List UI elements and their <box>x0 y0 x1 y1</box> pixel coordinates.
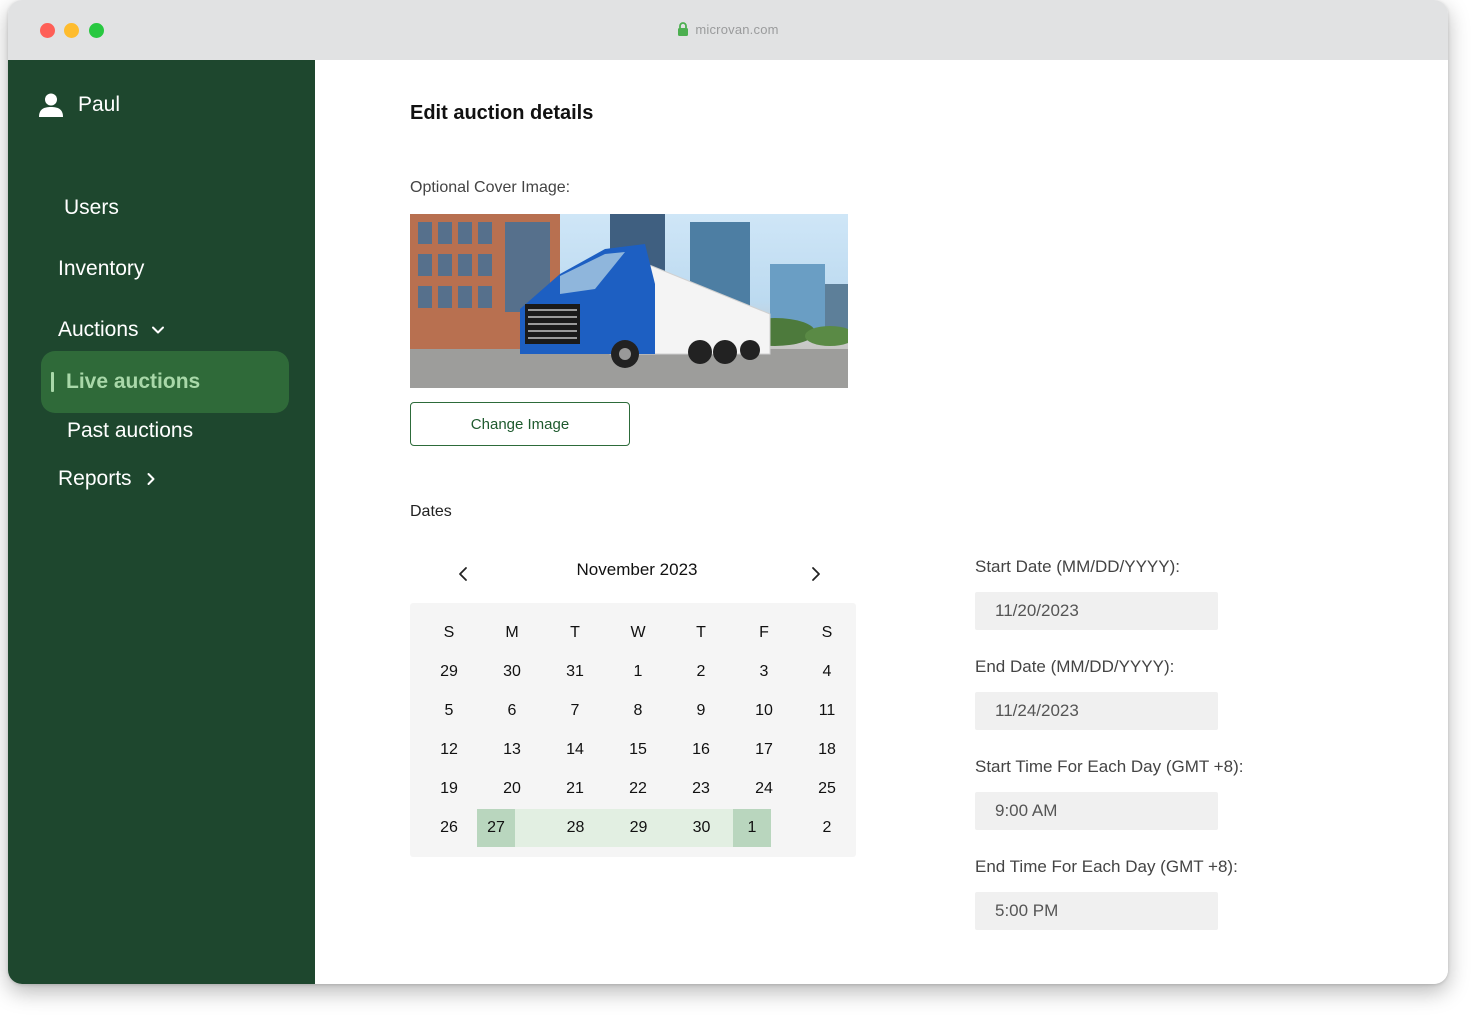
start-date-input[interactable]: 11/20/2023 <box>975 592 1218 630</box>
sidebar-item-label: Reports <box>58 467 132 490</box>
end-date-label: End Date (MM/DD/YYYY): <box>975 657 1175 676</box>
address-bar[interactable]: microvan.com <box>8 22 1448 37</box>
calendar-day[interactable]: 13 <box>493 731 531 769</box>
calendar-day[interactable]: 1 <box>733 809 771 847</box>
cover-image <box>410 214 848 388</box>
calendar-day[interactable]: 16 <box>682 731 720 769</box>
chevron-down-icon <box>151 326 164 334</box>
calendar-day[interactable]: 26 <box>430 809 468 847</box>
sidebar-item-inventory[interactable]: Inventory <box>58 257 144 281</box>
start-date-label: Start Date (MM/DD/YYYY): <box>975 557 1180 576</box>
calendar-weekday-label: S <box>821 624 833 641</box>
end-time-input[interactable]: 5:00 PM <box>975 892 1218 930</box>
calendar-day[interactable]: 24 <box>745 770 783 808</box>
end-date-input[interactable]: 11/24/2023 <box>975 692 1218 730</box>
calendar-day[interactable]: 27 <box>477 809 515 847</box>
calendar-day[interactable]: 2 <box>682 653 720 691</box>
calendar-weekday-label: M <box>505 624 519 641</box>
calendar-day[interactable]: 18 <box>808 731 846 769</box>
calendar-day[interactable]: 19 <box>430 770 468 808</box>
end-time-label: End Time For Each Day (GMT +8): <box>975 857 1238 876</box>
lock-icon <box>678 22 689 36</box>
calendar-day[interactable]: 28 <box>544 809 607 847</box>
calendar-day[interactable]: 15 <box>619 731 657 769</box>
calendar-day[interactable]: 8 <box>619 692 657 730</box>
sidebar-item-label: Past auctions <box>67 419 194 442</box>
calendar-grid: S M T W T F S 29 30 31 1 2 3 4 5 6 7 8 9 10 11 12 13 14 15 16 17 18… <box>410 603 856 857</box>
calendar-day[interactable]: 7 <box>556 692 594 730</box>
user-icon <box>39 93 63 117</box>
chevron-right-icon[interactable] <box>809 565 823 583</box>
sidebar-item-past-auctions[interactable]: Past auctions <box>67 419 193 443</box>
active-indicator <box>51 372 54 392</box>
calendar-day[interactable]: 3 <box>745 653 783 691</box>
calendar-day[interactable]: 31 <box>556 653 594 691</box>
chevron-right-icon <box>147 473 155 485</box>
change-image-button[interactable]: Change Image <box>410 402 630 446</box>
sidebar-item-users[interactable]: Users <box>64 196 119 220</box>
calendar-day[interactable]: 14 <box>556 731 594 769</box>
calendar-day[interactable]: 21 <box>556 770 594 808</box>
calendar-weekday-label: T <box>570 624 580 641</box>
calendar-day[interactable]: 6 <box>493 692 531 730</box>
calendar-day[interactable]: 1 <box>619 653 657 691</box>
cover-image-label: Optional Cover Image: <box>410 179 571 196</box>
dates-section-label: Dates <box>410 503 452 520</box>
start-time-label: Start Time For Each Day (GMT +8): <box>975 757 1244 776</box>
url-text: microvan.com <box>695 22 779 37</box>
calendar-day[interactable]: 5 <box>430 692 468 730</box>
calendar-day[interactable]: 10 <box>745 692 783 730</box>
calendar-day[interactable]: 25 <box>808 770 846 808</box>
calendar-day[interactable]: 30 <box>493 653 531 691</box>
calendar-month-label: November 2023 <box>576 560 698 579</box>
calendar-weekday-label: S <box>443 624 455 641</box>
calendar-day[interactable]: 23 <box>682 770 720 808</box>
main-content: Edit auction details Optional Cover Imag… <box>315 60 1448 984</box>
calendar-day[interactable]: 17 <box>745 731 783 769</box>
page-title: Edit auction details <box>410 102 594 124</box>
calendar-weekday-label: F <box>759 624 769 641</box>
chevron-left-icon[interactable] <box>456 565 470 583</box>
calendar-day[interactable]: 4 <box>808 653 846 691</box>
sidebar-item-label: Auctions <box>58 318 139 341</box>
browser-window: microvan.com Paul Users Inventory Auctio… <box>8 0 1448 984</box>
calendar-day[interactable]: 29 <box>430 653 468 691</box>
calendar-day[interactable]: 9 <box>682 692 720 730</box>
calendar-day[interactable]: 2 <box>808 809 846 847</box>
calendar-weekday-label: T <box>696 624 706 641</box>
start-time-input[interactable]: 9:00 AM <box>975 792 1218 830</box>
sidebar-item-label: Live auctions <box>66 370 201 393</box>
sidebar-item-label: Users <box>64 196 119 219</box>
calendar-day[interactable]: 22 <box>619 770 657 808</box>
calendar-day[interactable]: 30 <box>670 809 733 847</box>
calendar-day[interactable]: 11 <box>808 692 846 730</box>
sidebar-item-reports[interactable]: Reports <box>58 467 158 491</box>
calendar-day[interactable]: 29 <box>607 809 670 847</box>
sidebar: Paul Users Inventory Auctions Live aucti… <box>8 60 315 984</box>
sidebar-item-live-auctions[interactable]: Live auctions <box>41 351 289 413</box>
sidebar-item-auctions[interactable]: Auctions <box>58 318 165 342</box>
user-name: Paul <box>78 93 121 116</box>
user-profile[interactable]: Paul <box>38 92 120 118</box>
calendar-weekday-label: W <box>630 624 646 641</box>
browser-titlebar: microvan.com <box>8 0 1448 60</box>
calendar-day[interactable]: 12 <box>430 731 468 769</box>
sidebar-item-label: Inventory <box>58 257 145 280</box>
calendar-day[interactable]: 20 <box>493 770 531 808</box>
